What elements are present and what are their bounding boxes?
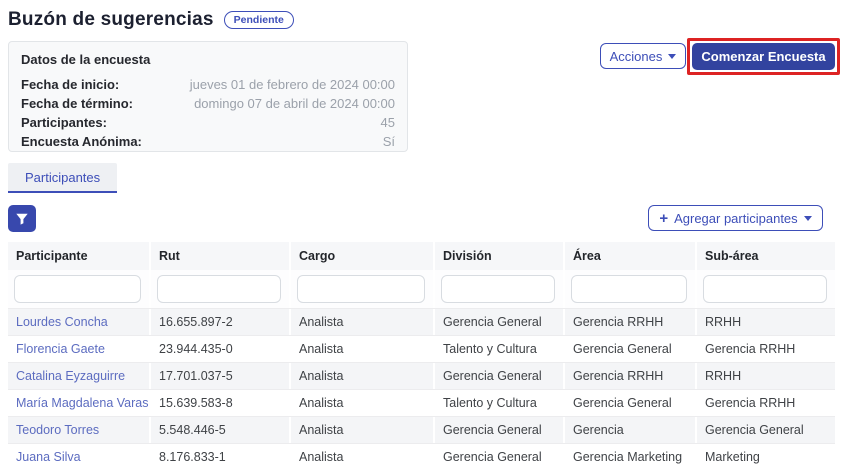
filter-input-rut[interactable] (157, 275, 281, 303)
table-cell: Analista (291, 336, 435, 362)
table-cell: Gerencia General (435, 309, 565, 335)
table-row: María Magdalena Varas15.639.583-8Analist… (8, 389, 835, 416)
table-cell: RRHH (697, 363, 835, 389)
start-survey-button[interactable]: Comenzar Encuesta (692, 43, 835, 70)
filter-input-cargo[interactable] (297, 275, 425, 303)
table-cell: Talento y Cultura (435, 390, 565, 416)
table-cell: 16.655.897-2 (151, 309, 291, 335)
filter-cell-área (565, 270, 697, 308)
table-cell: Gerencia Marketing (565, 444, 697, 465)
table-cell: 15.639.583-8 (151, 390, 291, 416)
table-cell: Analista (291, 309, 435, 335)
field-value: jueves 01 de febrero de 2024 00:00 (190, 75, 395, 94)
table-cell: Analista (291, 390, 435, 416)
table-row: Lourdes Concha16.655.897-2AnalistaGerenc… (8, 308, 835, 335)
participants-table-body: Lourdes Concha16.655.897-2AnalistaGerenc… (8, 308, 835, 465)
field-label: Fecha de término: (21, 94, 133, 113)
filter-cell-participante (8, 270, 151, 308)
table-cell: Gerencia RRHH (697, 336, 835, 362)
column-header-cargo: Cargo (291, 242, 435, 270)
table-cell: Analista (291, 363, 435, 389)
table-cell: Gerencia General (565, 390, 697, 416)
filter-cell-cargo (291, 270, 435, 308)
filter-cell-división (435, 270, 565, 308)
acciones-dropdown-button[interactable]: Acciones (600, 43, 686, 69)
filter-input-participante[interactable] (14, 275, 141, 303)
table-cell: Gerencia General (435, 363, 565, 389)
survey-detail-page: Buzón de sugerencias Pendiente Datos de … (0, 0, 841, 465)
table-cell: 17.701.037-5 (151, 363, 291, 389)
participant-link[interactable]: Catalina Eyzaguirre (8, 363, 151, 389)
filter-input-sub-área[interactable] (703, 275, 827, 303)
filter-input-área[interactable] (571, 275, 687, 303)
tab-bar: Participantes (8, 163, 117, 193)
participants-table-header: ParticipanteRutCargoDivisiónÁreaSub-área (8, 242, 835, 270)
table-cell: Gerencia General (435, 444, 565, 465)
table-cell: Gerencia RRHH (697, 390, 835, 416)
participant-link[interactable]: María Magdalena Varas (8, 390, 151, 416)
table-cell: Analista (291, 444, 435, 465)
chevron-down-icon (804, 216, 812, 221)
table-cell: Marketing (697, 444, 835, 465)
table-cell: 8.176.833-1 (151, 444, 291, 465)
table-cell: RRHH (697, 309, 835, 335)
participant-link[interactable]: Florencia Gaete (8, 336, 151, 362)
table-row: Juana Silva8.176.833-1AnalistaGerencia G… (8, 443, 835, 465)
filter-cell-sub-área (697, 270, 835, 308)
table-cell: 23.944.435-0 (151, 336, 291, 362)
table-cell: Gerencia RRHH (565, 363, 697, 389)
add-participants-button[interactable]: + Agregar participantes (648, 205, 823, 231)
column-header-sub-área: Sub-área (697, 242, 835, 270)
plus-icon: + (659, 211, 668, 226)
page-header: Buzón de sugerencias Pendiente (8, 9, 294, 31)
participants-table-filter-row (8, 270, 835, 308)
field-anonymous: Encuesta Anónima: Sí (21, 132, 395, 151)
table-cell: Gerencia General (697, 417, 835, 443)
participant-link[interactable]: Juana Silva (8, 444, 151, 465)
survey-data-panel: Datos de la encuesta Fecha de inicio: ju… (8, 41, 408, 152)
table-row: Teodoro Torres5.548.446-5AnalistaGerenci… (8, 416, 835, 443)
table-cell: Gerencia RRHH (565, 309, 697, 335)
column-header-participante: Participante (8, 242, 151, 270)
field-value: Sí (383, 132, 395, 151)
table-cell: Gerencia General (565, 336, 697, 362)
filter-cell-rut (151, 270, 291, 308)
field-label: Encuesta Anónima: (21, 132, 142, 151)
column-header-división: División (435, 242, 565, 270)
field-participants-count: Participantes: 45 (21, 113, 395, 132)
table-cell: Talento y Cultura (435, 336, 565, 362)
field-end-date: Fecha de término: domingo 07 de abril de… (21, 94, 395, 113)
tab-participantes[interactable]: Participantes (8, 163, 117, 193)
status-badge: Pendiente (224, 11, 294, 29)
participants-table: ParticipanteRutCargoDivisiónÁreaSub-área… (8, 242, 835, 465)
field-label: Fecha de inicio: (21, 75, 119, 94)
table-cell: 5.548.446-5 (151, 417, 291, 443)
table-cell: Gerencia General (435, 417, 565, 443)
filter-button[interactable] (8, 205, 36, 232)
table-row: Catalina Eyzaguirre17.701.037-5AnalistaG… (8, 362, 835, 389)
table-row: Florencia Gaete23.944.435-0AnalistaTalen… (8, 335, 835, 362)
survey-data-panel-title: Datos de la encuesta (21, 52, 395, 67)
field-start-date: Fecha de inicio: jueves 01 de febrero de… (21, 75, 395, 94)
column-header-área: Área (565, 242, 697, 270)
participant-link[interactable]: Teodoro Torres (8, 417, 151, 443)
table-cell: Analista (291, 417, 435, 443)
annotation-highlight-box: Comenzar Encuesta (687, 38, 840, 75)
field-value: 45 (381, 113, 395, 132)
page-title: Buzón de sugerencias (8, 9, 214, 31)
acciones-label: Acciones (610, 49, 663, 64)
field-label: Participantes: (21, 113, 107, 132)
add-participants-label: Agregar participantes (674, 211, 798, 226)
field-value: domingo 07 de abril de 2024 00:00 (194, 94, 395, 113)
chevron-down-icon (668, 54, 676, 59)
column-header-rut: Rut (151, 242, 291, 270)
table-cell: Gerencia (565, 417, 697, 443)
filter-input-división[interactable] (441, 275, 555, 303)
participant-link[interactable]: Lourdes Concha (8, 309, 151, 335)
funnel-icon (15, 212, 29, 226)
